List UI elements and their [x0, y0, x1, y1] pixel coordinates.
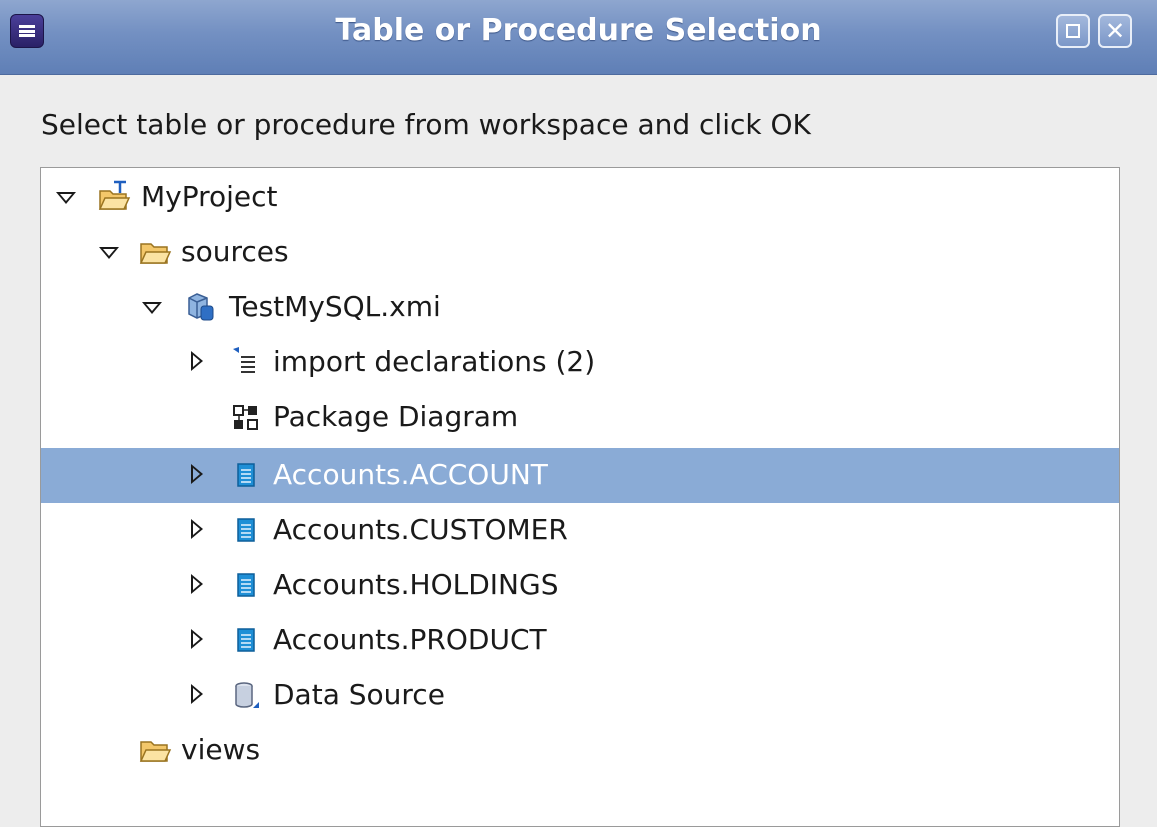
tree-item-label: TestMySQL.xmi	[229, 290, 441, 323]
close-icon: ✕	[1104, 17, 1126, 45]
tree-item-label: Data Source	[273, 678, 445, 711]
folder-icon	[138, 235, 172, 269]
tree-item-label: MyProject	[141, 180, 278, 213]
expand-toggle-icon[interactable]	[187, 462, 209, 488]
tree-item-label: Package Diagram	[273, 400, 519, 433]
maximize-icon	[1066, 24, 1080, 38]
table-icon	[229, 623, 263, 657]
expand-toggle-icon[interactable]	[187, 627, 209, 653]
tree-item-accounts-product[interactable]: Accounts.PRODUCT	[41, 613, 1119, 668]
expand-toggle-icon[interactable]	[187, 682, 209, 708]
data-source-icon	[229, 678, 263, 712]
maximize-button[interactable]	[1056, 14, 1090, 48]
tree-item-package-diagram[interactable]: Package Diagram	[41, 390, 1119, 445]
close-button[interactable]: ✕	[1098, 14, 1132, 48]
tree-item-label: Accounts.ACCOUNT	[273, 458, 548, 491]
folder-icon	[138, 733, 172, 767]
tree-item-label: Accounts.CUSTOMER	[273, 513, 568, 546]
collapse-toggle-icon[interactable]	[55, 184, 77, 210]
window-title: Table or Procedure Selection	[335, 13, 822, 48]
tree-item-sources[interactable]: sources	[41, 225, 1119, 280]
expand-toggle-icon[interactable]	[187, 572, 209, 598]
expand-toggle-icon[interactable]	[187, 349, 209, 375]
tree-item-accounts-account[interactable]: Accounts.ACCOUNT	[41, 448, 1119, 503]
tree-item-accounts-holdings[interactable]: Accounts.HOLDINGS	[41, 558, 1119, 613]
tree-item-label: Accounts.HOLDINGS	[273, 568, 559, 601]
table-icon	[229, 568, 263, 602]
tree-item-testmysql-xmi[interactable]: TestMySQL.xmi	[41, 280, 1119, 335]
tree-item-label: import declarations (2)	[273, 345, 596, 378]
tree-item-label: sources	[181, 235, 289, 268]
instruction-text: Select table or procedure from workspace…	[41, 108, 811, 141]
collapse-toggle-icon[interactable]	[98, 239, 120, 265]
project-folder-icon	[97, 180, 131, 214]
title-bar[interactable]: Table or Procedure Selection ✕	[0, 0, 1157, 75]
tree-item-accounts-customer[interactable]: Accounts.CUSTOMER	[41, 503, 1119, 558]
tree-item-import-declarations[interactable]: import declarations (2)	[41, 335, 1119, 390]
tree-item-views[interactable]: views	[41, 723, 1119, 778]
collapse-toggle-icon[interactable]	[141, 294, 163, 320]
table-icon	[229, 458, 263, 492]
tree-item-data-source[interactable]: Data Source	[41, 668, 1119, 723]
workspace-tree[interactable]: MyProject sources TestMySQL.xmi import d…	[40, 167, 1120, 827]
dialog-window: Table or Procedure Selection ✕ Select ta…	[0, 0, 1157, 827]
tree-item-myproject[interactable]: MyProject	[41, 170, 1119, 225]
package-diagram-icon	[229, 400, 263, 434]
expand-toggle-icon[interactable]	[187, 517, 209, 543]
model-file-icon	[183, 290, 217, 324]
import-declarations-icon	[229, 345, 263, 379]
tree-item-label: views	[181, 733, 261, 766]
table-icon	[229, 513, 263, 547]
tree-item-label: Accounts.PRODUCT	[273, 623, 547, 656]
